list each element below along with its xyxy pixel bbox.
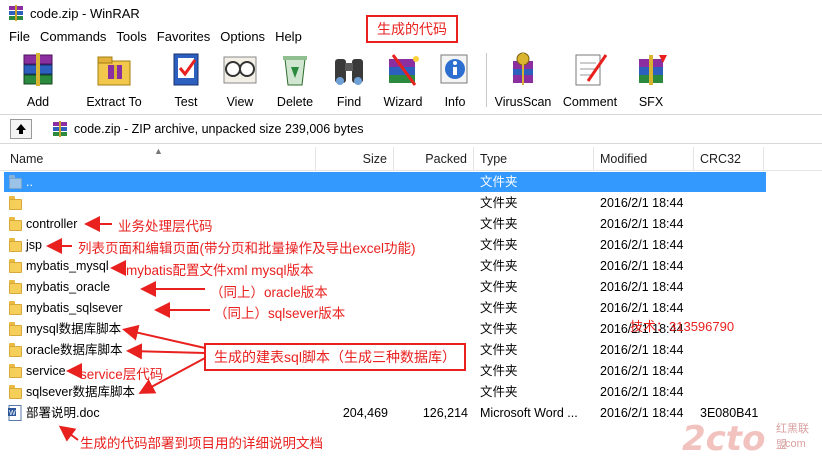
tech-contact-note: 技术：313596790 [630,319,735,334]
mybatis-mysql-note: mybatis配置文件xml mysql版本 [126,263,314,278]
jsp-note: 列表页面和编辑页面(带分页和批量操作及导出excel功能) [78,241,416,256]
site-watermark-logo: 2cto 红黑联盟 .com [682,414,818,459]
sql-scripts-callout: 生成的建表sql脚本（生成三种数据库） [204,343,466,371]
mybatis-oracle-note: （同上）oracle版本 [210,285,328,300]
svg-text:2cto: 2cto [682,419,765,458]
doc-note: 生成的代码部署到项目用的详细说明文档 [80,436,323,451]
controller-note: 业务处理层代码 [118,219,213,234]
mybatis-sqlsever-note: （同上）sqlsever版本 [214,306,346,321]
generated-code-callout: 生成的代码 [366,15,458,43]
watermark-url: .com [782,438,806,450]
service-note: service层代码 [80,367,164,382]
